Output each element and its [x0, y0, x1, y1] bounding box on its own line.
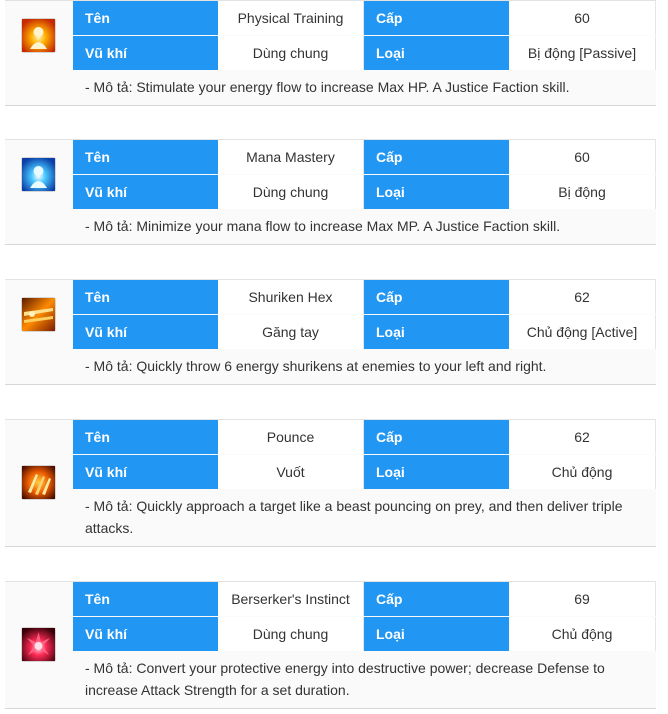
skill-type: Chủ động — [509, 617, 656, 651]
skill-description: - Mô tả: Stimulate your energy flow to i… — [85, 79, 570, 95]
level-label: Cấp — [364, 280, 509, 314]
skill-icon-cell — [5, 447, 72, 517]
skill-card-physical-training: Tên Physical Training Cấp 60 Vũ khí Dùng… — [5, 0, 656, 106]
skill-type: Bị động — [509, 175, 656, 209]
name-label: Tên — [73, 140, 218, 174]
type-label: Loại — [364, 175, 509, 209]
skill-name: Pounce — [218, 420, 364, 454]
skill-icon-cell — [5, 279, 72, 349]
shuriken-hex-icon — [22, 297, 55, 331]
name-label: Tên — [73, 420, 218, 454]
skill-level: 62 — [509, 420, 656, 454]
skill-card-mana-mastery: Tên Mana Mastery Cấp 60 Vũ khí Dùng chun… — [5, 139, 656, 245]
weapon-label: Vũ khí — [73, 36, 218, 70]
skill-icon-cell — [5, 139, 72, 209]
skill-description: - Mô tả: Convert your protective energy … — [85, 660, 605, 698]
skill-weapon: Dùng chung — [218, 36, 364, 70]
skill-level: 69 — [509, 582, 656, 616]
level-label: Cấp — [364, 140, 509, 174]
skill-card-pounce: Tên Pounce Cấp 62 Vũ khí Vuốt Loại Chủ đ… — [5, 419, 656, 547]
weapon-label: Vũ khí — [73, 617, 218, 651]
skill-icon-cell — [5, 0, 72, 70]
skill-weapon: Dùng chung — [218, 617, 364, 651]
name-label: Tên — [73, 1, 218, 35]
weapon-label: Vũ khí — [73, 315, 218, 349]
berserkers-instinct-icon — [22, 627, 55, 661]
skill-type: Chủ động [Active] — [509, 315, 656, 349]
skill-card-shuriken-hex: Tên Shuriken Hex Cấp 62 Vũ khí Găng tay … — [5, 279, 656, 385]
weapon-label: Vũ khí — [73, 455, 218, 489]
skill-name: Berserker's Instinct — [218, 582, 364, 616]
skill-level: 60 — [509, 140, 656, 174]
skill-level: 62 — [509, 280, 656, 314]
skill-weapon: Găng tay — [218, 315, 364, 349]
name-label: Tên — [73, 582, 218, 616]
skill-level: 60 — [509, 1, 656, 35]
skill-description: - Mô tả: Quickly approach a target like … — [85, 498, 623, 536]
skill-name: Physical Training — [218, 1, 364, 35]
type-label: Loại — [364, 36, 509, 70]
skill-name: Mana Mastery — [218, 140, 364, 174]
mana-mastery-icon — [22, 157, 55, 191]
skill-type: Chủ động — [509, 455, 656, 489]
skill-weapon: Dùng chung — [218, 175, 364, 209]
type-label: Loại — [364, 455, 509, 489]
skill-card-berserkers-instinct: Tên Berserker's Instinct Cấp 69 Vũ khí D… — [5, 581, 656, 709]
weapon-label: Vũ khí — [73, 175, 218, 209]
type-label: Loại — [364, 617, 509, 651]
pounce-icon — [22, 465, 55, 499]
level-label: Cấp — [364, 582, 509, 616]
skill-weapon: Vuốt — [218, 455, 364, 489]
type-label: Loại — [364, 315, 509, 349]
physical-training-icon — [22, 18, 55, 52]
skill-icon-cell — [5, 609, 72, 679]
skill-type: Bị động [Passive] — [509, 36, 656, 70]
skill-name: Shuriken Hex — [218, 280, 364, 314]
skill-description: - Mô tả: Quickly throw 6 energy shuriken… — [85, 358, 547, 374]
level-label: Cấp — [364, 1, 509, 35]
name-label: Tên — [73, 280, 218, 314]
skill-description: - Mô tả: Minimize your mana flow to incr… — [85, 218, 561, 234]
level-label: Cấp — [364, 420, 509, 454]
